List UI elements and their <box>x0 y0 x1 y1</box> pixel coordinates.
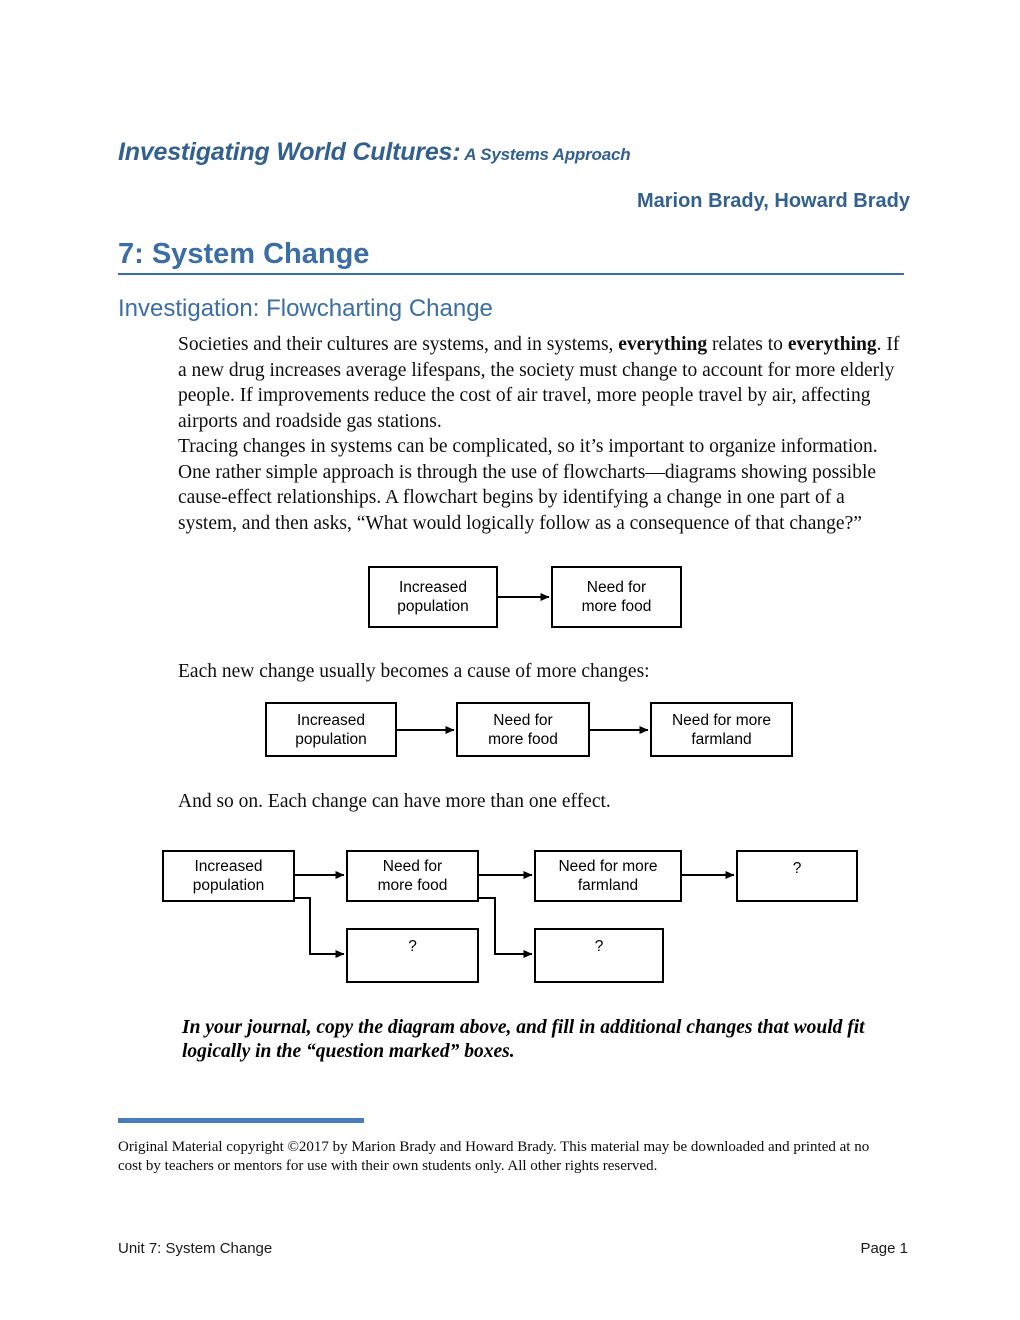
unit-heading: 7: System Change <box>118 238 370 270</box>
flow-box-need-more-food: Need for more food <box>456 702 590 757</box>
flow-box-question-top: ? <box>736 850 858 902</box>
flowchart-branching: Increased population Need for more food … <box>162 850 862 990</box>
footnote-divider <box>118 1118 364 1123</box>
paragraph-each-change: Each new change usually becomes a cause … <box>178 661 650 682</box>
flow-box-need-more-farmland: Need for more farmland <box>650 702 793 757</box>
paragraph-intro-bold-2: everything <box>787 334 877 355</box>
copyright-notice: Original Material copyright ©2017 by Mar… <box>118 1139 870 1174</box>
flow-box-need-more-farmland: Need for more farmland <box>534 850 682 902</box>
flow-box-question-bottom-left: ? <box>346 928 479 983</box>
author-byline: Marion Brady, Howard Brady <box>636 190 910 212</box>
document-title: Investigating World Cultures: A Systems … <box>118 138 631 167</box>
flow-box-need-more-food: Need for more food <box>346 850 479 902</box>
flow-box-question-bottom-right: ? <box>534 928 664 983</box>
footer-unit-label: Unit 7: System Change <box>118 1240 273 1257</box>
journal-instruction: In your journal, copy the diagram above,… <box>182 1017 865 1062</box>
flow-box-increased-population: Increased population <box>368 566 498 628</box>
flowchart-chain: Increased population Need for more food … <box>265 702 793 757</box>
paragraph-intro-text-1: Societies and their cultures are systems… <box>178 334 619 355</box>
flow-box-increased-population: Increased population <box>265 702 397 757</box>
flow-box-increased-population: Increased population <box>162 850 295 902</box>
paragraph-flowcharts: Tracing changes in systems can be compli… <box>178 436 878 534</box>
paragraph-intro: Societies and their cultures are systems… <box>178 332 900 434</box>
footer-page-number: Page 1 <box>860 1240 908 1257</box>
flow-box-need-more-food: Need for more food <box>551 566 682 628</box>
heading-divider <box>118 273 904 275</box>
paragraph-and-so-on: And so on. Each change can have more tha… <box>178 791 611 812</box>
paragraph-intro-bold-1: everything <box>618 334 708 355</box>
document-title-main: Investigating World Cultures: <box>118 138 461 166</box>
document-page: Investigating World Cultures: A Systems … <box>0 0 1020 1320</box>
section-heading: Investigation: Flowcharting Change <box>118 295 493 322</box>
document-title-subtitle: A Systems Approach <box>460 145 631 164</box>
flowchart-simple: Increased population Need for more food <box>368 566 688 628</box>
paragraph-intro-text-2: relates to <box>707 334 788 355</box>
